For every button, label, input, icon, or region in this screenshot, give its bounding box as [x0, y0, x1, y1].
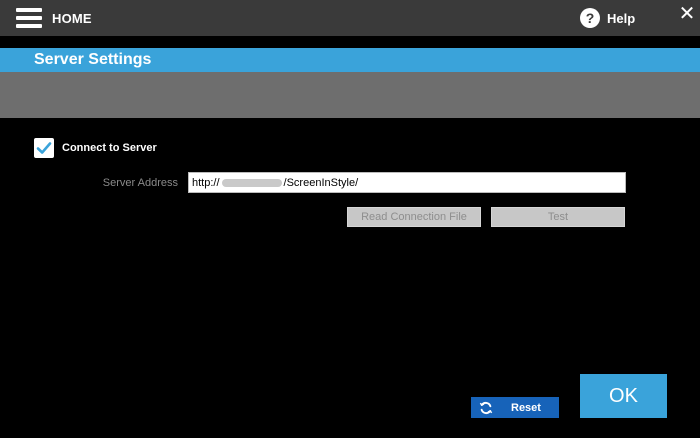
- subheader-band: [0, 72, 700, 118]
- refresh-icon: [479, 401, 493, 414]
- hamburger-menu-icon: [16, 8, 42, 28]
- connect-checkbox[interactable]: [34, 138, 54, 158]
- connect-to-server-option[interactable]: Connect to Server: [34, 138, 157, 158]
- ok-button[interactable]: OK: [580, 374, 667, 418]
- reset-label: Reset: [511, 401, 541, 414]
- reset-button[interactable]: Reset: [471, 397, 559, 418]
- server-settings-screen: HOME ? Help ✕ Server Settings Connect to…: [0, 0, 700, 438]
- server-address-prefix: http://: [192, 176, 220, 189]
- connect-checkbox-label: Connect to Server: [62, 142, 157, 154]
- help-label: Help: [607, 10, 636, 26]
- home-label: HOME: [52, 10, 92, 26]
- read-connection-file-button[interactable]: Read Connection File: [347, 207, 481, 227]
- help-button[interactable]: ? Help: [580, 7, 635, 29]
- top-bar: HOME ? Help ✕: [0, 0, 700, 36]
- title-band: Server Settings: [0, 48, 700, 72]
- redacted-host: [221, 178, 282, 187]
- page-title: Server Settings: [34, 51, 152, 68]
- home-menu-button[interactable]: HOME: [16, 7, 92, 29]
- server-address-label: Server Address: [102, 177, 178, 189]
- close-icon[interactable]: ✕: [674, 0, 700, 26]
- server-address-input[interactable]: http:// /ScreenInStyle/: [188, 172, 626, 193]
- test-button[interactable]: Test: [491, 207, 625, 227]
- server-address-suffix: /ScreenInStyle/: [283, 176, 359, 189]
- checkmark-icon: [36, 142, 52, 154]
- help-icon: ?: [580, 8, 600, 28]
